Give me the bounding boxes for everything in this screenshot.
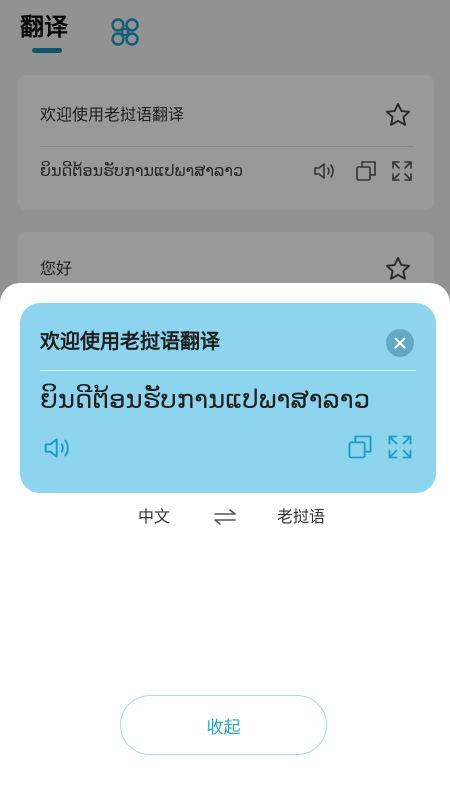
collapse-button[interactable]: 收起 <box>120 695 327 755</box>
speaker-icon[interactable] <box>42 433 74 463</box>
copy-icon[interactable] <box>346 433 374 461</box>
source-language-button[interactable]: 中文 <box>114 505 194 529</box>
expand-icon[interactable] <box>386 433 414 461</box>
target-language-button[interactable]: 老挝语 <box>256 505 346 529</box>
close-icon[interactable] <box>386 329 414 357</box>
translation-bottom-sheet: 欢迎使用老挝语翻译 ຍິນດີຕ້ອນຮັບການແປພາສາລາວ 中文 老挝… <box>0 283 450 800</box>
result-target-text: ຍິນດີຕ້ອນຮັບການແປພາສາລາວ <box>40 385 371 415</box>
result-source-text: 欢迎使用老挝语翻译 <box>40 329 220 353</box>
result-divider <box>40 370 416 371</box>
translation-result-card: 欢迎使用老挝语翻译 ຍິນດີຕ້ອນຮັບການແປພາສາລາວ <box>20 303 436 493</box>
swap-icon[interactable] <box>213 509 237 525</box>
